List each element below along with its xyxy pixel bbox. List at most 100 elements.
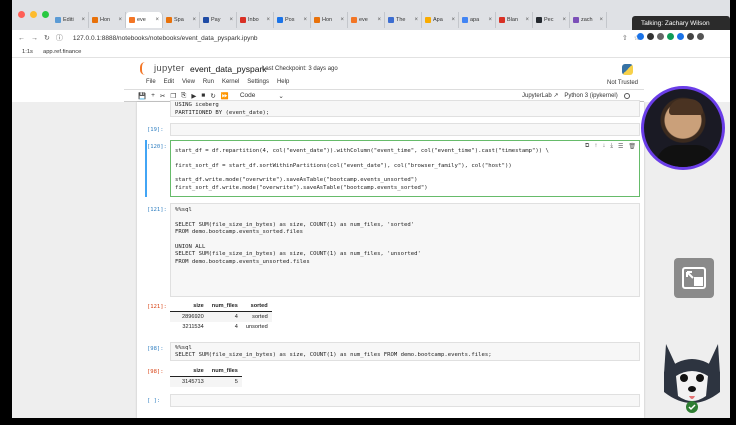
code-line: first_sort_df = start_df.sortWithinParti… <box>175 162 512 169</box>
info-icon[interactable]: ⓘ <box>56 33 63 43</box>
cell-editor[interactable]: %%sql SELECT SUM(file_size_in_bytes) as s… <box>170 203 640 297</box>
tab-close-icon[interactable]: × <box>562 17 566 23</box>
format-icon[interactable]: ☰ <box>618 143 623 150</box>
tab-close-icon[interactable]: × <box>525 17 529 23</box>
extension-icon[interactable] <box>687 33 694 40</box>
tab-close-icon[interactable]: × <box>266 17 270 23</box>
tab-favicon-icon <box>573 17 579 23</box>
browser-tab[interactable]: Hon × <box>311 12 348 28</box>
menu-item-kernel[interactable]: Kernel <box>222 79 239 89</box>
tab-title: Spa <box>174 17 184 23</box>
tab-favicon-icon <box>55 17 61 23</box>
tab-close-icon[interactable]: × <box>451 17 455 23</box>
tab-close-icon[interactable]: × <box>340 17 344 23</box>
run-icon[interactable]: ▶ <box>191 92 196 100</box>
browser-tab[interactable]: Spa × <box>163 12 200 28</box>
extension-icon[interactable] <box>697 33 704 40</box>
pip-exit-icon <box>682 267 706 289</box>
cell-editor[interactable] <box>170 394 640 407</box>
delete-cell-icon[interactable]: 🗑 <box>628 143 636 150</box>
maximize-window-button[interactable] <box>42 11 49 18</box>
move-down-icon[interactable]: ↓ <box>602 143 605 150</box>
tab-close-icon[interactable]: × <box>155 17 159 23</box>
cell-editor[interactable]: USING iceberg PARTITIONED BY (event_date)… <box>170 100 640 117</box>
tab-close-icon[interactable]: × <box>118 17 122 23</box>
tab-close-icon[interactable]: × <box>488 17 492 23</box>
cell-editor[interactable]: start_df = df.repartition(4, col("event_… <box>170 140 640 197</box>
save-icon[interactable]: 💾 <box>138 92 146 100</box>
notebook-title[interactable]: event_data_pyspark <box>190 64 267 74</box>
browser-tab[interactable]: Editi × <box>52 12 89 28</box>
tab-close-icon[interactable]: × <box>192 17 196 23</box>
menu-item-settings[interactable]: Settings <box>247 79 269 89</box>
cell-editor[interactable] <box>170 123 640 136</box>
run-all-icon[interactable]: ⏩ <box>221 92 229 100</box>
kernel-name[interactable]: Python 3 (ipykernel) <box>564 93 617 99</box>
code-line: %%sql <box>175 345 192 351</box>
browser-tab[interactable]: eve × <box>348 12 385 28</box>
output-table: size num_files sorted 2896920 4 sorted 3211534… <box>170 301 272 332</box>
forward-arrow-icon[interactable]: → <box>31 35 38 42</box>
share-icon[interactable]: ⇧ <box>622 34 628 42</box>
menu-item-run[interactable]: Run <box>203 79 214 89</box>
back-arrow-icon[interactable]: ← <box>18 35 25 42</box>
browser-tab[interactable]: apa × <box>459 12 496 28</box>
restart-icon[interactable]: ↻ <box>210 92 215 100</box>
insert-below-icon[interactable]: ⤓ <box>610 143 613 150</box>
browser-tab[interactable]: Blan × <box>496 12 533 28</box>
output-table: size num_files 3145713 5 <box>170 366 242 387</box>
cell-type-select[interactable]: Code ⌄ <box>240 92 284 100</box>
menu-item-file[interactable]: File <box>146 79 156 89</box>
tab-close-icon[interactable]: × <box>229 17 233 23</box>
bookmark-item[interactable]: app.ref.finance <box>43 49 81 55</box>
tab-close-icon[interactable]: × <box>414 17 418 23</box>
menu-item-help[interactable]: Help <box>277 79 289 89</box>
browser-tab[interactable]: eve × <box>126 12 163 28</box>
code-line: FROM demo.bootcamp.events_unsorted.files <box>175 258 310 265</box>
table-cell: 2896920 <box>178 311 208 322</box>
browser-tab[interactable]: Apa × <box>422 12 459 28</box>
browser-tab[interactable]: Pay × <box>200 12 237 28</box>
browser-tab[interactable]: The × <box>385 12 422 28</box>
browser-tab[interactable]: Hon × <box>89 12 126 28</box>
move-up-icon[interactable]: ↑ <box>594 143 597 150</box>
table-row: 3145713 5 <box>170 376 242 387</box>
tab-close-icon[interactable]: × <box>599 17 603 23</box>
picture-in-picture-button[interactable] <box>674 258 714 298</box>
add-cell-icon[interactable]: + <box>151 92 155 99</box>
tab-close-icon[interactable]: × <box>303 17 307 23</box>
browser-tab[interactable]: Pec × <box>533 12 570 28</box>
tab-favicon-icon <box>425 17 431 23</box>
cut-icon[interactable]: ✂ <box>160 92 165 100</box>
cell-editor[interactable]: %%sql SELECT SUM(file_size_in_bytes) as s… <box>170 342 640 361</box>
extension-icon[interactable] <box>677 33 684 40</box>
menu-item-edit[interactable]: Edit <box>164 79 174 89</box>
browser-tab[interactable]: Inbo × <box>237 12 274 28</box>
extension-icon[interactable] <box>667 33 674 40</box>
url-field[interactable]: 127.0.0.1:8888/notebooks/notebooks/event… <box>73 35 258 42</box>
browser-tab[interactable]: zach × <box>570 12 607 28</box>
minimize-window-button[interactable] <box>30 11 37 18</box>
copy-icon[interactable]: ❐ <box>170 92 176 100</box>
tab-close-icon[interactable]: × <box>81 17 85 23</box>
browser-tab[interactable]: Pos × <box>274 12 311 28</box>
jupyter-logo[interactable]: jupyter <box>140 62 185 75</box>
table-header: sorted <box>241 301 272 312</box>
tab-title: eve <box>359 17 368 23</box>
table-index-cell <box>170 376 178 387</box>
trusted-status[interactable]: Not Trusted <box>607 80 638 86</box>
menu-item-view[interactable]: View <box>182 79 195 89</box>
kernel-status-icon <box>623 92 630 99</box>
extension-icon[interactable] <box>637 33 644 40</box>
close-window-button[interactable] <box>18 11 25 18</box>
jupyterlab-link[interactable]: JupyterLab ↗ <box>522 92 558 99</box>
copy-cell-icon[interactable]: ⧉ <box>585 143 589 150</box>
reload-icon[interactable]: ↻ <box>44 34 50 42</box>
paste-icon[interactable]: ⎘ <box>181 92 186 100</box>
bookmark-item[interactable]: 1:1s <box>22 49 33 55</box>
extension-icon[interactable] <box>647 33 654 40</box>
extension-icon[interactable] <box>657 33 664 40</box>
stop-icon[interactable]: ■ <box>201 92 205 99</box>
tab-close-icon[interactable]: × <box>377 17 381 23</box>
